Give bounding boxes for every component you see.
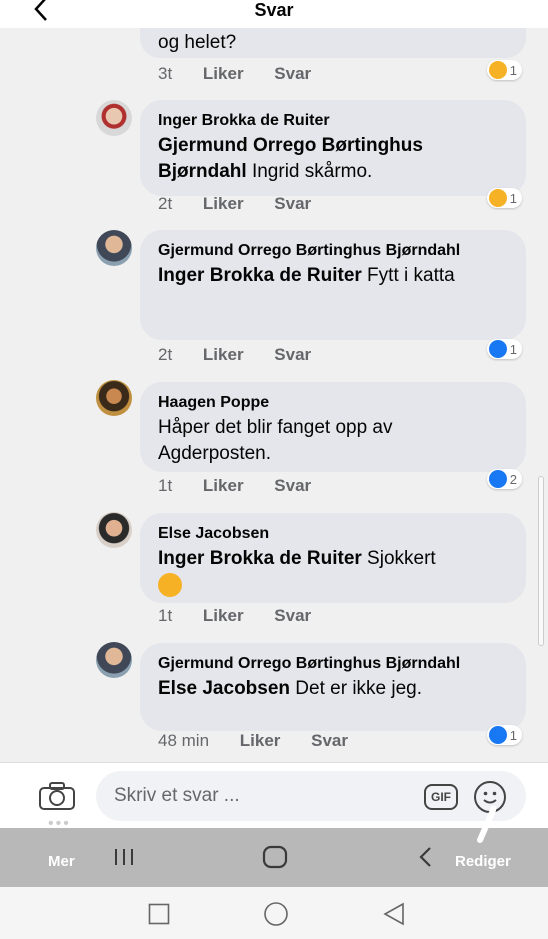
comment-time: 2t — [158, 194, 173, 213]
comment-time: 1t — [158, 606, 173, 625]
reply-button[interactable]: Svar — [274, 606, 311, 625]
avatar[interactable] — [96, 642, 132, 678]
comment-text-partial: og helet? — [158, 32, 237, 53]
like-button[interactable]: Liker — [203, 476, 244, 495]
header: Svar — [0, 0, 548, 28]
avatar[interactable] — [96, 230, 132, 266]
reply-button[interactable]: Svar — [311, 731, 348, 750]
scrollbar[interactable] — [538, 476, 544, 646]
reaction-badge[interactable]: 1 — [486, 339, 522, 359]
sad-reaction-icon — [488, 189, 507, 207]
reply-button[interactable]: Svar — [274, 345, 311, 364]
reaction-count: 2 — [509, 471, 517, 487]
comment-meta: 1t Liker Svar — [158, 606, 337, 626]
reaction-count: 1 — [509, 727, 517, 743]
comment-bubble: Else Jacobsen Inger Brokka de Ruiter Sjo… — [140, 513, 526, 603]
reaction-count: 1 — [509, 190, 517, 206]
comment-time: 3t — [158, 64, 173, 83]
comment-body: Gjermund Orrego Børtinghus Bjørndahl Ing… — [158, 133, 508, 185]
comment-author[interactable]: Gjermund Orrego Børtinghus Bjørndahl — [158, 240, 508, 261]
home-icon[interactable] — [262, 845, 288, 874]
comment-bubble: Gjermund Orrego Børtinghus Bjørndahl Els… — [140, 643, 526, 731]
mention-link[interactable]: Inger Brokka de Ruiter — [158, 265, 362, 286]
recents-icon[interactable] — [148, 903, 170, 930]
reply-button[interactable]: Svar — [274, 194, 311, 213]
avatar[interactable] — [96, 512, 132, 548]
comment-author[interactable]: Gjermund Orrego Børtinghus Bjørndahl — [158, 653, 508, 674]
like-button[interactable]: Liker — [203, 345, 244, 364]
comment-text: Fytt i katta — [361, 265, 455, 286]
comment-text: Ingrid skårmo. — [246, 161, 373, 182]
comment-author[interactable]: Haagen Poppe — [158, 392, 508, 413]
like-button[interactable]: Liker — [203, 194, 244, 213]
reply-input[interactable]: Skriv et svar ... GIF — [96, 771, 526, 821]
comment-meta: 1t Liker Svar — [158, 476, 337, 496]
comment-time: 1t — [158, 476, 173, 495]
more-button[interactable]: Mer — [48, 853, 75, 870]
like-reaction-icon — [488, 726, 507, 744]
like-button[interactable]: Liker — [203, 606, 244, 625]
edit-button[interactable]: Rediger — [455, 853, 511, 870]
comment-bubble: Gjermund Orrego Børtinghus Bjørndahl Ing… — [140, 230, 526, 340]
reply-placeholder: Skriv et svar ... — [114, 785, 240, 806]
camera-icon[interactable] — [38, 781, 76, 811]
back-icon[interactable] — [383, 902, 405, 931]
sad-reaction-icon — [488, 61, 507, 79]
comment-bubble: Haagen Poppe Håper det blir fanget opp a… — [140, 382, 526, 472]
comment-meta-partial: 3t Liker Svar — [158, 64, 337, 84]
recents-icon[interactable] — [112, 846, 138, 873]
mention-link[interactable]: Inger Brokka de Ruiter — [158, 548, 362, 569]
reply-button[interactable]: Svar — [274, 64, 311, 83]
reaction-count: 1 — [509, 62, 517, 78]
comment-meta: 2t Liker Svar — [158, 345, 337, 365]
edit-overlay-bar: Mer Rediger — [0, 805, 548, 887]
back-icon[interactable] — [416, 845, 436, 874]
comment-author[interactable]: Else Jacobsen — [158, 523, 508, 544]
reaction-count: 1 — [509, 341, 517, 357]
system-navigation-bar — [0, 887, 548, 939]
home-icon[interactable] — [263, 902, 289, 931]
comment-time: 2t — [158, 345, 173, 364]
gif-icon[interactable]: GIF — [424, 784, 458, 810]
like-reaction-icon — [488, 340, 507, 358]
comment-meta: 48 min Liker Svar — [158, 731, 374, 751]
dizzy-face-emoji-icon — [158, 572, 182, 597]
like-button[interactable]: Liker — [240, 731, 281, 750]
comment-text: Det er ikke jeg. — [290, 678, 423, 699]
comment-body: Inger Brokka de Ruiter Fytt i katta — [158, 263, 508, 289]
avatar[interactable] — [96, 100, 132, 136]
comment-text: Håper det blir fanget opp av Agderposten… — [158, 417, 393, 464]
reaction-badge[interactable]: 1 — [486, 188, 522, 208]
like-reaction-icon — [488, 470, 507, 488]
comment-body: Else Jacobsen Det er ikke jeg. — [158, 676, 508, 702]
comment-meta: 2t Liker Svar — [158, 194, 337, 214]
reaction-badge[interactable]: 1 — [486, 60, 522, 80]
mention-link[interactable]: Else Jacobsen — [158, 678, 290, 699]
reaction-badge[interactable]: 2 — [486, 469, 522, 489]
comment-author[interactable]: Inger Brokka de Ruiter — [158, 110, 508, 131]
pen-icon[interactable] — [476, 805, 497, 846]
comment-body: Inger Brokka de Ruiter Sjokkert — [158, 546, 508, 598]
comment-bubble: Inger Brokka de Ruiter Gjermund Orrego B… — [140, 100, 526, 196]
reaction-badge[interactable]: 1 — [486, 725, 522, 745]
comment-text: Sjokkert — [361, 548, 436, 569]
reply-button[interactable]: Svar — [274, 476, 311, 495]
comment-time: 48 min — [158, 731, 210, 750]
reply-composer: Skriv et svar ... GIF ••• — [0, 762, 548, 832]
avatar[interactable] — [96, 380, 132, 416]
like-button[interactable]: Liker — [203, 64, 244, 83]
comment-thread: og helet? 3t Liker Svar 1 Inger Brokka d… — [0, 28, 548, 762]
page-title: Svar — [254, 0, 294, 20]
